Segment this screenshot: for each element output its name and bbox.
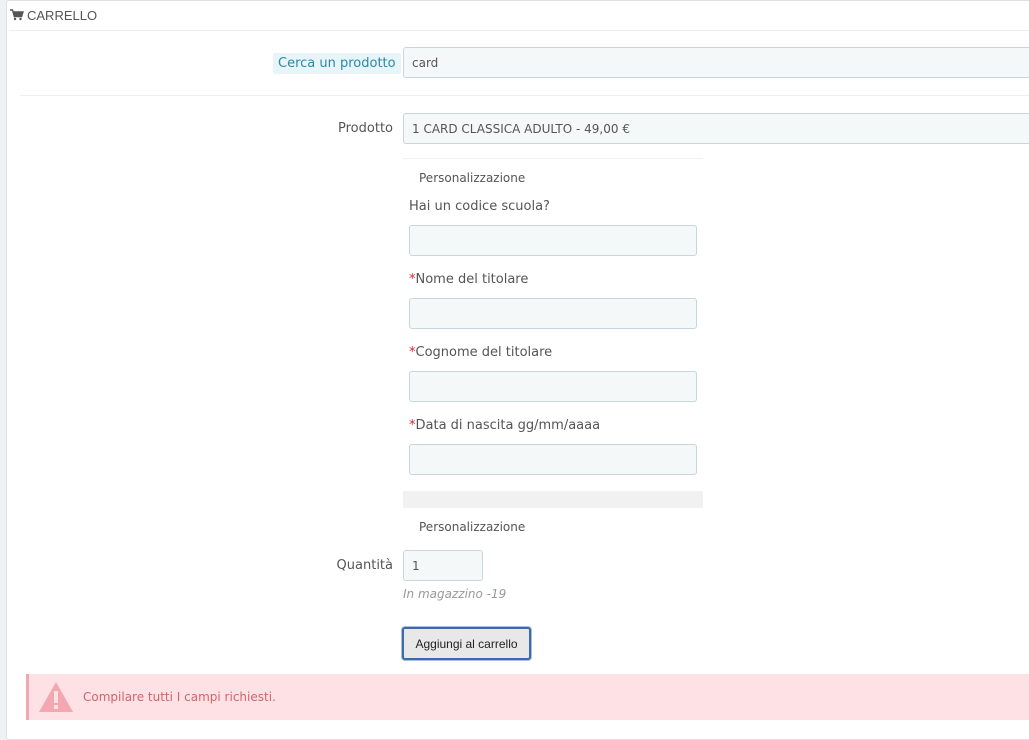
add-to-cart-button-label: Aggiungi al carrello xyxy=(415,636,518,651)
school-code-input[interactable] xyxy=(409,225,697,256)
panel-heading: CARRELLO xyxy=(9,0,1029,31)
panel-title: CARRELLO xyxy=(27,7,98,23)
school-code-label-text: Hai un codice scuola? xyxy=(409,199,550,214)
birth-date-label: *Data di nascita gg/mm/aaaa xyxy=(409,418,600,433)
quantity-input[interactable]: 1 xyxy=(403,550,483,581)
search-input[interactable]: card xyxy=(403,47,1029,78)
add-to-cart-button[interactable]: Aggiungi al carrello xyxy=(402,627,531,660)
customization-title: Personalizzazione xyxy=(419,171,526,185)
holder-last-name-input[interactable] xyxy=(409,371,697,402)
quantity-input-value: 1 xyxy=(412,558,420,573)
cart-icon xyxy=(10,9,24,21)
birth-date-input[interactable] xyxy=(409,444,697,475)
product-select[interactable]: 1 CARD CLASSICA ADULTO - 49,00 € xyxy=(403,113,1029,144)
customization-divider xyxy=(403,158,703,159)
quantity-label: Quantità xyxy=(336,558,393,573)
holder-last-name-label: *Cognome del titolare xyxy=(409,345,552,360)
holder-last-name-label-text: Cognome del titolare xyxy=(415,345,553,360)
customization-title-second: Personalizzazione xyxy=(419,520,526,534)
product-select-value: 1 CARD CLASSICA ADULTO - 49,00 € xyxy=(412,121,630,136)
warning-icon xyxy=(39,682,73,712)
holder-first-name-input[interactable] xyxy=(409,298,697,329)
holder-first-name-label-text: Nome del titolare xyxy=(415,272,529,287)
birth-date-label-text: Data di nascita gg/mm/aaaa xyxy=(415,418,601,433)
alert-message: Compilare tutti I campi richiesti. xyxy=(83,690,276,704)
holder-first-name-label: *Nome del titolare xyxy=(409,272,528,287)
search-label: Cerca un prodotto xyxy=(273,53,401,74)
row-separator xyxy=(20,95,1029,96)
customization-box: Personalizzazione Hai un codice scuola? … xyxy=(403,158,703,535)
school-code-label: Hai un codice scuola? xyxy=(409,199,550,214)
customization-separator xyxy=(403,491,703,508)
search-input-value: card xyxy=(412,55,439,70)
stock-note: In magazzino -19 xyxy=(403,587,507,601)
product-label: Prodotto xyxy=(338,121,393,136)
error-alert: Compilare tutti I campi richiesti. xyxy=(26,674,1029,720)
